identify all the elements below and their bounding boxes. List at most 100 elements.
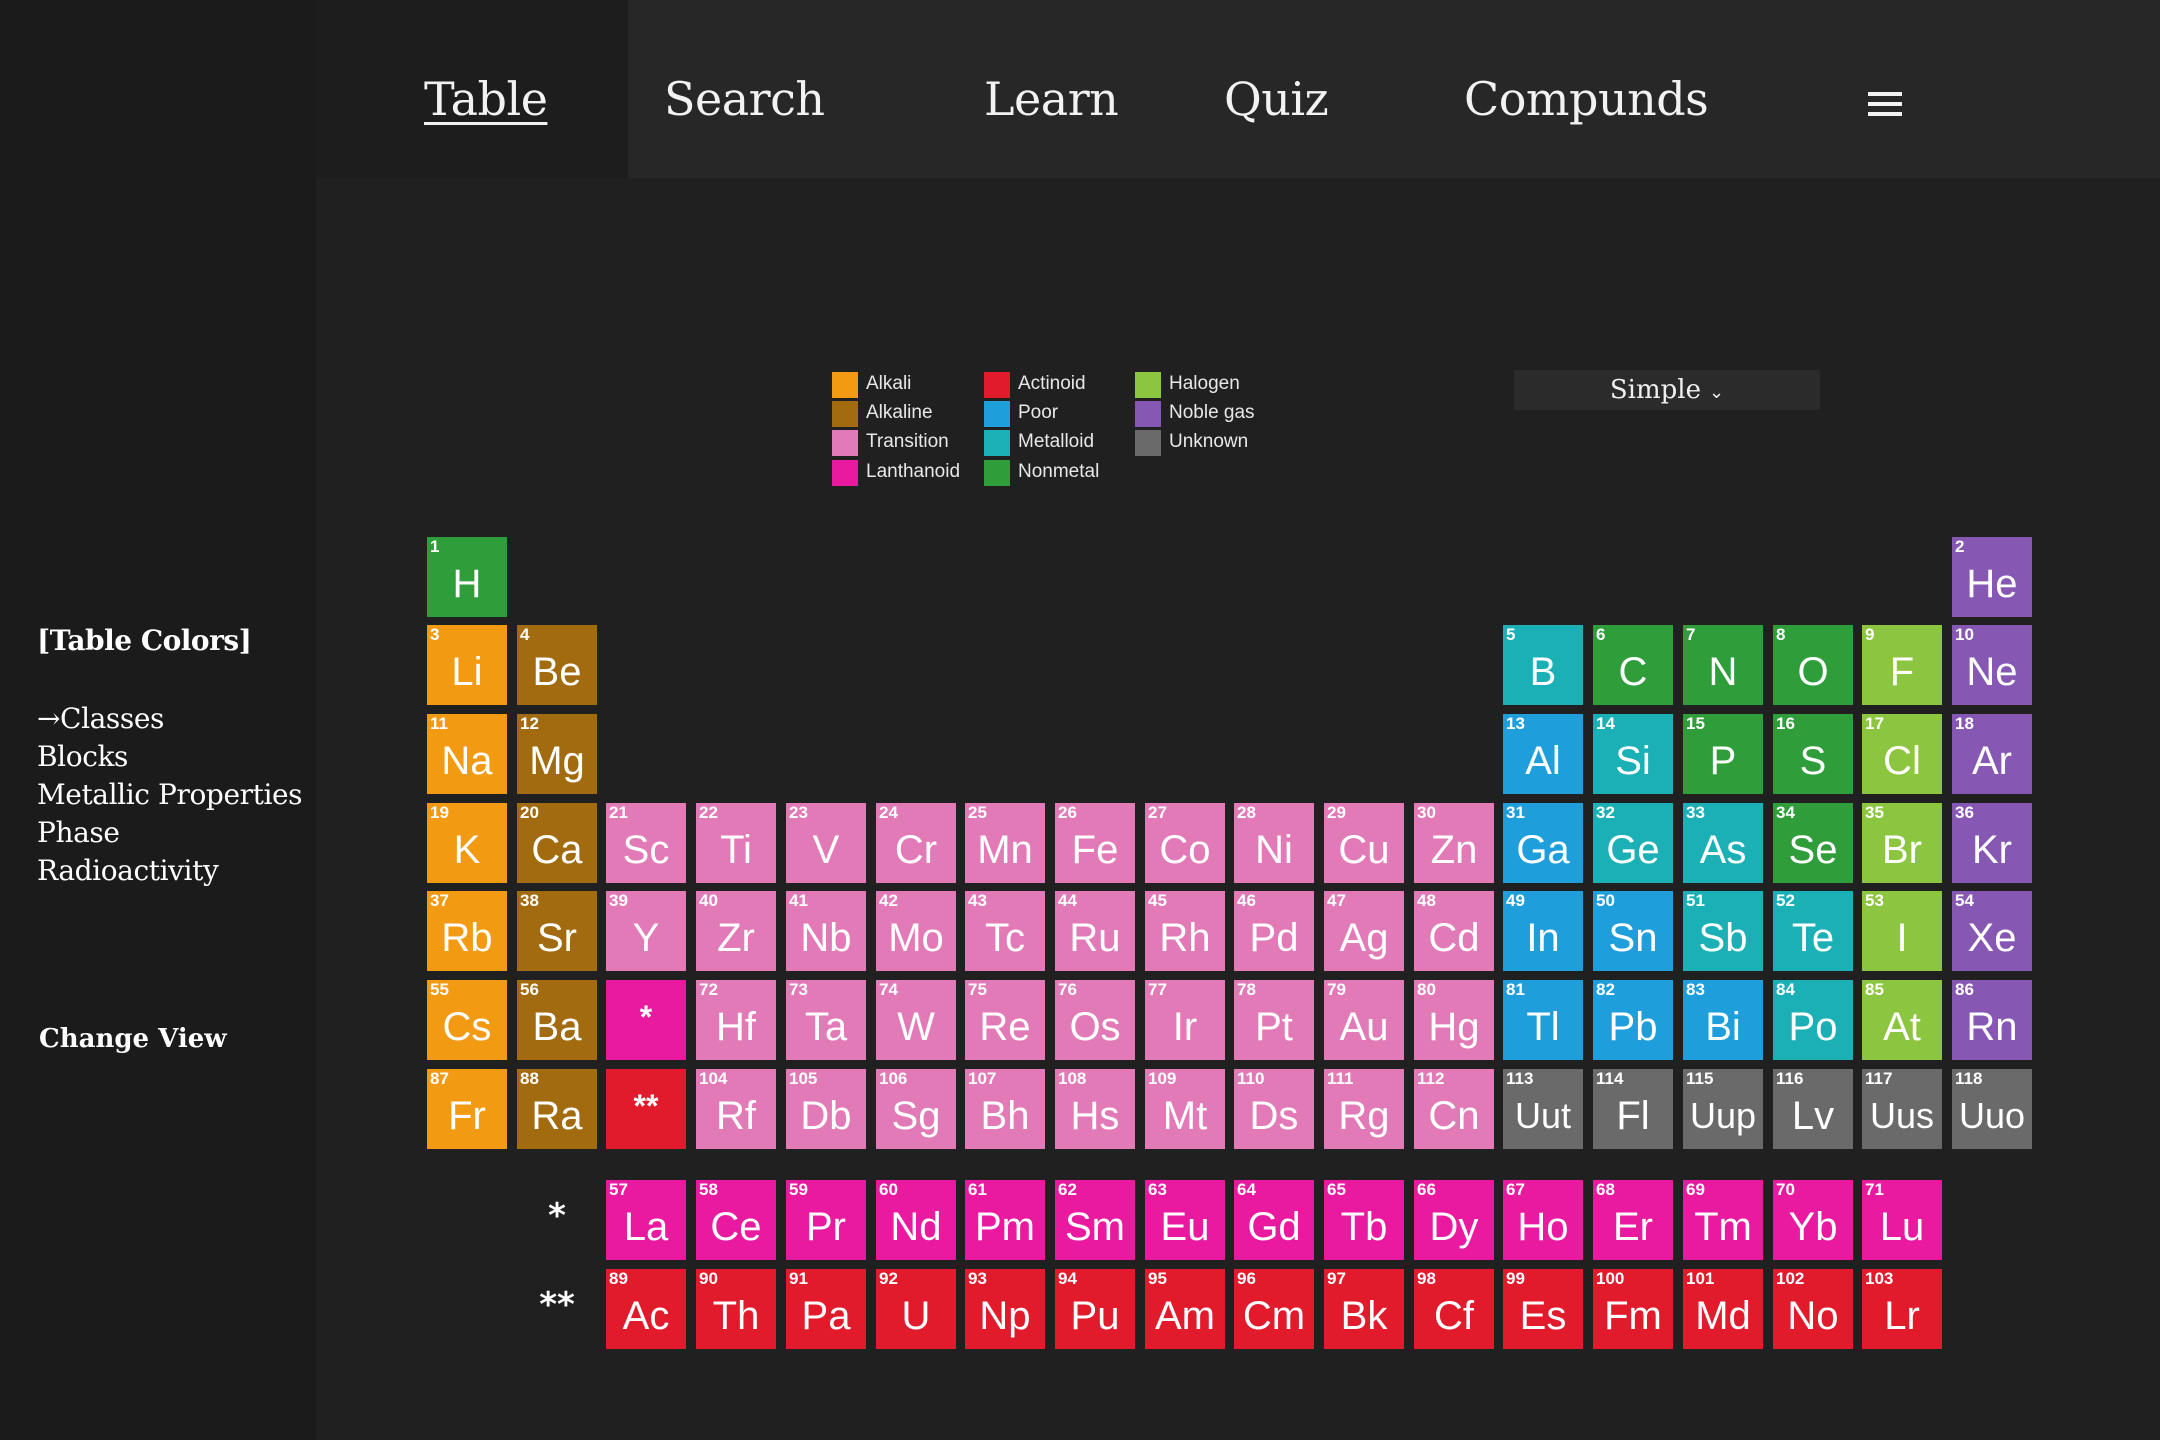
element-ga[interactable]: 31 Ga <box>1503 803 1583 883</box>
tab-search[interactable]: Search <box>664 72 825 126</box>
element-ca[interactable]: 20 Ca <box>517 803 597 883</box>
element-he[interactable]: 2 He <box>1952 537 2032 617</box>
element-nd[interactable]: 60 Nd <box>876 1180 956 1260</box>
element-np[interactable]: 93 Np <box>965 1269 1045 1349</box>
element-rh[interactable]: 45 Rh <box>1145 891 1225 971</box>
element-po[interactable]: 84 Po <box>1773 980 1853 1060</box>
element-cm[interactable]: 96 Cm <box>1234 1269 1314 1349</box>
element-ac[interactable]: 89 Ac <box>606 1269 686 1349</box>
element-am[interactable]: 95 Am <box>1145 1269 1225 1349</box>
element-ti[interactable]: 22 Ti <box>696 803 776 883</box>
element-fm[interactable]: 100 Fm <box>1593 1269 1673 1349</box>
element-th[interactable]: 90 Th <box>696 1269 776 1349</box>
element-ba[interactable]: 56 Ba <box>517 980 597 1060</box>
element-li[interactable]: 3 Li <box>427 625 507 705</box>
element-pa[interactable]: 91 Pa <box>786 1269 866 1349</box>
element-o[interactable]: 8O <box>1773 625 1853 705</box>
element-cn[interactable]: 112 Cn <box>1414 1069 1494 1149</box>
actinoid-placeholder[interactable]: ** <box>606 1069 686 1149</box>
hamburger-menu-icon[interactable] <box>1868 92 1902 118</box>
element-fl[interactable]: 114 Fl <box>1593 1069 1673 1149</box>
element-gd[interactable]: 64 Gd <box>1234 1180 1314 1260</box>
element-br[interactable]: 35 Br <box>1862 803 1942 883</box>
element-rg[interactable]: 111 Rg <box>1324 1069 1404 1149</box>
tab-compunds[interactable]: Compunds <box>1464 72 1709 126</box>
element-sg[interactable]: 106 Sg <box>876 1069 956 1149</box>
element-pd[interactable]: 46 Pd <box>1234 891 1314 971</box>
element-ag[interactable]: 47 Ag <box>1324 891 1404 971</box>
change-view-button[interactable]: Change View <box>39 1024 227 1054</box>
element-la[interactable]: 57 La <box>606 1180 686 1260</box>
element-uuo[interactable]: 118 Uuo <box>1952 1069 2032 1149</box>
element-si[interactable]: 14 Si <box>1593 714 1673 794</box>
element-zn[interactable]: 30 Zn <box>1414 803 1494 883</box>
element-sb[interactable]: 51 Sb <box>1683 891 1763 971</box>
element-ir[interactable]: 77 Ir <box>1145 980 1225 1060</box>
element-k[interactable]: 19 K <box>427 803 507 883</box>
element-bh[interactable]: 107 Bh <box>965 1069 1045 1149</box>
element-db[interactable]: 105 Db <box>786 1069 866 1149</box>
element-b[interactable]: 5B <box>1503 625 1583 705</box>
element-w[interactable]: 74 W <box>876 980 956 1060</box>
element-pr[interactable]: 59 Pr <box>786 1180 866 1260</box>
element-mn[interactable]: 25 Mn <box>965 803 1045 883</box>
element-h[interactable]: 1H <box>427 537 507 617</box>
element-cs[interactable]: 55 Cs <box>427 980 507 1060</box>
element-te[interactable]: 52 Te <box>1773 891 1853 971</box>
element-mg[interactable]: 12 Mg <box>517 714 597 794</box>
element-ra[interactable]: 88 Ra <box>517 1069 597 1149</box>
element-pu[interactable]: 94 Pu <box>1055 1269 1135 1349</box>
element-f[interactable]: 9F <box>1862 625 1942 705</box>
element-zr[interactable]: 40 Zr <box>696 891 776 971</box>
option-radioactivity[interactable]: Radioactivity <box>37 852 302 890</box>
tab-quiz[interactable]: Quiz <box>1224 72 1329 126</box>
option-metallic-properties[interactable]: Metallic Properties <box>37 776 303 814</box>
element-kr[interactable]: 36 Kr <box>1952 803 2032 883</box>
element-hf[interactable]: 72 Hf <box>696 980 776 1060</box>
element-lv[interactable]: 116 Lv <box>1773 1069 1853 1149</box>
element-uut[interactable]: 113 Uut <box>1503 1069 1583 1149</box>
element-y[interactable]: 39 Y <box>606 891 686 971</box>
element-pm[interactable]: 61 Pm <box>965 1180 1045 1260</box>
element-pt[interactable]: 78 Pt <box>1234 980 1314 1060</box>
option-classes[interactable]: →Classes <box>37 700 302 738</box>
element-rn[interactable]: 86 Rn <box>1952 980 2032 1060</box>
element-lr[interactable]: 103 Lr <box>1862 1269 1942 1349</box>
option-blocks[interactable]: Blocks <box>37 738 302 776</box>
element-cl[interactable]: 17 Cl <box>1862 714 1942 794</box>
element-cu[interactable]: 29 Cu <box>1324 803 1404 883</box>
element-v[interactable]: 23 V <box>786 803 866 883</box>
element-na[interactable]: 11 Na <box>427 714 507 794</box>
element-se[interactable]: 34 Se <box>1773 803 1853 883</box>
element-tm[interactable]: 69 Tm <box>1683 1180 1763 1260</box>
element-os[interactable]: 76 Os <box>1055 980 1135 1060</box>
element-ne[interactable]: 10 Ne <box>1952 625 2032 705</box>
element-er[interactable]: 68 Er <box>1593 1180 1673 1260</box>
element-ho[interactable]: 67 Ho <box>1503 1180 1583 1260</box>
element-mo[interactable]: 42 Mo <box>876 891 956 971</box>
element-md[interactable]: 101 Md <box>1683 1269 1763 1349</box>
element-sn[interactable]: 50 Sn <box>1593 891 1673 971</box>
element-at[interactable]: 85 At <box>1862 980 1942 1060</box>
option-phase[interactable]: Phase <box>37 814 302 852</box>
element-sr[interactable]: 38 Sr <box>517 891 597 971</box>
element-fe[interactable]: 26 Fe <box>1055 803 1135 883</box>
element-tc[interactable]: 43 Tc <box>965 891 1045 971</box>
element-i[interactable]: 53 I <box>1862 891 1942 971</box>
element-ce[interactable]: 58 Ce <box>696 1180 776 1260</box>
element-c[interactable]: 6C <box>1593 625 1673 705</box>
element-al[interactable]: 13 Al <box>1503 714 1583 794</box>
element-ni[interactable]: 28 Ni <box>1234 803 1314 883</box>
element-cf[interactable]: 98 Cf <box>1414 1269 1494 1349</box>
element-fr[interactable]: 87 Fr <box>427 1069 507 1149</box>
tab-learn[interactable]: Learn <box>984 72 1119 126</box>
element-uus[interactable]: 117 Uus <box>1862 1069 1942 1149</box>
element-be[interactable]: 4 Be <box>517 625 597 705</box>
element-pb[interactable]: 82 Pb <box>1593 980 1673 1060</box>
element-u[interactable]: 92 U <box>876 1269 956 1349</box>
element-au[interactable]: 79 Au <box>1324 980 1404 1060</box>
element-in[interactable]: 49 In <box>1503 891 1583 971</box>
element-yb[interactable]: 70 Yb <box>1773 1180 1853 1260</box>
element-tb[interactable]: 65 Tb <box>1324 1180 1404 1260</box>
element-hs[interactable]: 108 Hs <box>1055 1069 1135 1149</box>
